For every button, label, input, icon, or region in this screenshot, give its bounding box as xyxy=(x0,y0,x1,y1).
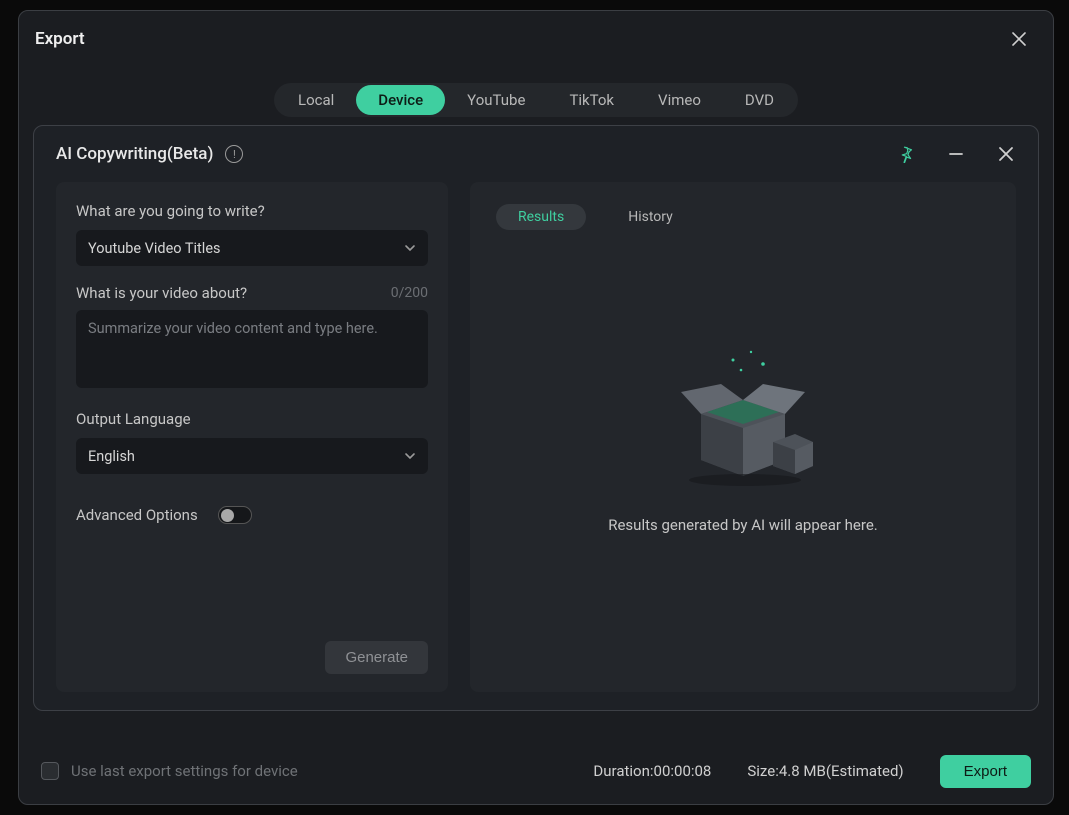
tab-local[interactable]: Local xyxy=(276,85,356,115)
ai-copy-title: AI Copywriting(Beta) xyxy=(56,144,213,164)
ai-copy-header: AI Copywriting(Beta) ! xyxy=(34,126,1038,178)
ai-results-panel: Results History xyxy=(470,182,1016,692)
open-box-icon xyxy=(663,342,823,492)
ai-copywriting-panel: AI Copywriting(Beta) ! What are you goin… xyxy=(33,125,1039,711)
ai-input-panel: What are you going to write? Youtube Vid… xyxy=(56,182,448,692)
empty-state: Results generated by AI will appear here… xyxy=(470,342,1016,534)
write-label: What are you going to write? xyxy=(76,202,428,220)
empty-text: Results generated by AI will appear here… xyxy=(470,516,1016,534)
info-icon[interactable]: ! xyxy=(225,145,243,163)
about-counter: 0/200 xyxy=(391,285,428,301)
tab-youtube[interactable]: YouTube xyxy=(445,85,547,115)
tab-history[interactable]: History xyxy=(606,204,695,230)
about-textarea[interactable] xyxy=(76,310,428,388)
export-dialog: Export Local Device YouTube TikTok Vimeo… xyxy=(18,10,1054,805)
close-inner-icon[interactable] xyxy=(992,140,1020,168)
chevron-down-icon xyxy=(404,242,416,254)
export-footer: Use last export settings for device Dura… xyxy=(19,738,1053,804)
export-header: Export xyxy=(19,11,1053,63)
tab-device[interactable]: Device xyxy=(356,85,445,115)
use-last-settings-label: Use last export settings for device xyxy=(71,762,298,780)
export-tabgroup: Local Device YouTube TikTok Vimeo DVD xyxy=(274,83,798,117)
lang-select-value: English xyxy=(88,448,135,465)
tab-results[interactable]: Results xyxy=(496,204,586,230)
lang-label: Output Language xyxy=(76,410,428,428)
results-tabs: Results History xyxy=(490,202,996,230)
write-select[interactable]: Youtube Video Titles xyxy=(76,230,428,266)
advanced-toggle[interactable] xyxy=(218,506,252,524)
export-button[interactable]: Export xyxy=(940,755,1031,788)
export-tabs: Local Device YouTube TikTok Vimeo DVD xyxy=(19,83,1053,117)
chevron-down-icon xyxy=(404,450,416,462)
tab-dvd[interactable]: DVD xyxy=(723,85,796,115)
close-icon[interactable] xyxy=(1005,25,1033,53)
lang-select[interactable]: English xyxy=(76,438,428,474)
write-select-value: Youtube Video Titles xyxy=(88,240,221,257)
duration-info: Duration:00:00:08 xyxy=(593,762,711,780)
tab-vimeo[interactable]: Vimeo xyxy=(636,85,723,115)
generate-button[interactable]: Generate xyxy=(325,641,428,674)
tab-tiktok[interactable]: TikTok xyxy=(547,85,636,115)
size-info: Size:4.8 MB(Estimated) xyxy=(747,762,903,780)
export-title: Export xyxy=(35,29,85,49)
about-label: What is your video about? xyxy=(76,284,247,302)
advanced-label: Advanced Options xyxy=(76,506,198,524)
minimize-icon[interactable] xyxy=(942,140,970,168)
pin-icon[interactable] xyxy=(892,140,920,168)
use-last-settings-checkbox[interactable] xyxy=(41,762,59,780)
